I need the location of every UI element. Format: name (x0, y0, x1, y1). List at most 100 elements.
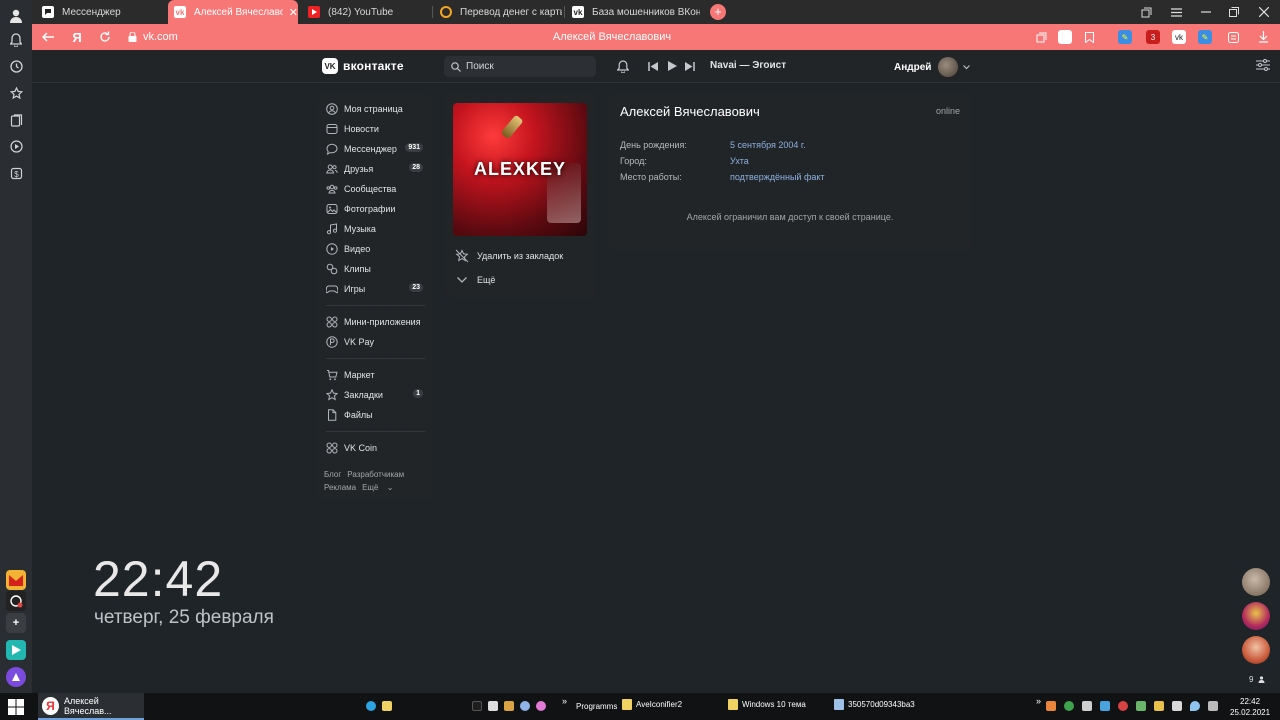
menu-item-files[interactable]: Файлы (318, 405, 433, 425)
menu-item-clips[interactable]: Клипы (318, 259, 433, 279)
tab-youtube[interactable]: (842) YouTube (302, 0, 430, 24)
notifications-icon[interactable] (616, 59, 630, 73)
wallet-icon[interactable]: $ (6, 163, 26, 183)
app-clock-icon[interactable] (6, 591, 26, 611)
contact-avatar[interactable] (1242, 568, 1270, 596)
menu-item-music[interactable]: Музыка (318, 219, 433, 239)
tray-app-icon[interactable] (1154, 701, 1164, 711)
download-icon[interactable] (1256, 30, 1270, 44)
menu-item-photos[interactable]: Фотографии (318, 199, 433, 219)
minimize-icon[interactable] (1199, 5, 1213, 19)
bookmark-icon[interactable] (1082, 30, 1096, 44)
next-track-icon[interactable] (683, 59, 697, 73)
taskbar-folder-theme[interactable]: Windows 10 тема (728, 699, 806, 710)
tray-app-icon[interactable] (1064, 701, 1074, 711)
info-value[interactable]: Ухта (730, 156, 749, 166)
browser-settings-icon[interactable] (1256, 59, 1270, 73)
tray-app-icon[interactable] (1046, 701, 1056, 711)
remove-bookmark-button[interactable]: Удалить из закладок (455, 249, 563, 263)
taskbar-folder-iconifier[interactable]: AveIconifier2 (622, 699, 682, 710)
menu-item-market[interactable]: Маркет (318, 365, 433, 385)
star-icon[interactable] (6, 83, 26, 103)
vk-search[interactable] (444, 56, 596, 77)
ext-vk-icon[interactable]: vk (1172, 30, 1186, 44)
archive-icon[interactable] (504, 701, 514, 711)
menu-item-vk-pay[interactable]: VK Pay (318, 332, 433, 352)
folder-icon[interactable] (382, 701, 392, 711)
menu-item-groups[interactable]: Сообщества (318, 179, 433, 199)
footer-link-ads[interactable]: Реклама (324, 483, 356, 492)
keyboard-icon[interactable] (1208, 701, 1218, 711)
tray-overflow[interactable]: » (1036, 696, 1041, 706)
menu-item-messenger[interactable]: Мессенджер 931 (318, 139, 433, 159)
menu-item-video[interactable]: Видео (318, 239, 433, 259)
windows-start-icon[interactable] (8, 699, 24, 715)
play-icon[interactable] (6, 136, 26, 156)
menu-icon[interactable] (1169, 5, 1183, 19)
contact-avatar[interactable] (1242, 636, 1270, 664)
footer-link-blog[interactable]: Блог (324, 470, 341, 479)
vk-logo[interactable]: VK вконтакте (322, 58, 404, 74)
tabs-ext-icon[interactable] (1034, 30, 1048, 44)
terminal-icon[interactable] (472, 701, 482, 711)
tray-app-icon[interactable] (1118, 701, 1128, 711)
taskbar-overflow[interactable]: » (562, 696, 567, 706)
prev-track-icon[interactable] (646, 59, 660, 73)
tab-fraud-base[interactable]: vk База мошенников ВКонта (566, 0, 700, 24)
reader-icon[interactable] (1058, 30, 1072, 44)
search-input[interactable] (466, 61, 586, 72)
tab-profile[interactable]: vk Алексей Вячеславович ✕ (168, 0, 298, 24)
volume-icon[interactable] (1172, 701, 1182, 711)
profile-photo[interactable]: ALEXKEY (453, 103, 587, 236)
history-icon[interactable] (6, 56, 26, 76)
ext-badge-icon[interactable]: 3 (1146, 30, 1160, 44)
more-actions-button[interactable]: Ещё (455, 273, 495, 287)
menu-item-news[interactable]: Новости (318, 119, 433, 139)
tray-app-icon[interactable] (1082, 701, 1092, 711)
play-track-icon[interactable] (665, 59, 679, 73)
taskbar-image-file[interactable]: 350570d09343ba3 (834, 699, 915, 710)
new-tab-button[interactable]: + (710, 4, 726, 20)
ext-notes-icon[interactable] (1226, 30, 1240, 44)
menu-item-friends[interactable]: Друзья 28 (318, 159, 433, 179)
menu-item-mini-apps[interactable]: Мини-приложения (318, 312, 433, 332)
info-value[interactable]: подтверждённый факт (730, 172, 825, 182)
telegram-icon[interactable] (366, 701, 376, 711)
menu-item-vk-coin[interactable]: VK Coin (318, 438, 433, 458)
footer-link-dev[interactable]: Разработчикам (347, 470, 404, 479)
alice-icon[interactable] (6, 667, 26, 687)
ext-pen-icon[interactable]: ✎ (1118, 30, 1132, 44)
taskbar-browser[interactable]: Я Алексей Вячеслав... (38, 693, 144, 720)
restore-icon[interactable] (1227, 5, 1241, 19)
mail-icon[interactable] (6, 570, 26, 590)
close-window-icon[interactable] (1257, 5, 1271, 19)
notepad-icon[interactable] (488, 701, 498, 711)
ext-pen2-icon[interactable]: ✎ (1198, 30, 1212, 44)
tab-transfer[interactable]: Перевод денег с карты на (434, 0, 562, 24)
now-playing[interactable]: Navai — Эгоист (710, 60, 786, 71)
tray-app-icon[interactable] (1100, 701, 1110, 711)
close-tab-icon[interactable]: ✕ (289, 6, 298, 19)
taskbar-item-label: Windows 10 тема (742, 700, 806, 709)
taskbar-item-programms[interactable]: Programms (576, 702, 617, 711)
footer-link-more[interactable]: Ещё ⌄ (362, 483, 393, 492)
menu-item-my-page[interactable]: Моя страница (318, 99, 433, 119)
info-value[interactable]: 5 сентября 2004 г. (730, 140, 806, 150)
contact-avatar[interactable] (1242, 602, 1270, 630)
menu-item-bookmarks[interactable]: Закладки 1 (318, 385, 433, 405)
profile-icon[interactable] (6, 6, 26, 26)
play-app-icon[interactable] (6, 640, 26, 660)
tabs-menu-icon[interactable] (1139, 5, 1153, 19)
collections-icon[interactable] (6, 110, 26, 130)
taskbar-clock[interactable]: 22:42 25.02.2021 (1230, 696, 1270, 718)
paint-icon[interactable] (536, 701, 546, 711)
user-menu[interactable]: Андрей (894, 57, 971, 77)
tray-app-icon[interactable] (1136, 701, 1146, 711)
menu-item-games[interactable]: Игры 23 (318, 279, 433, 299)
add-app-icon[interactable]: + (6, 613, 26, 633)
drop-icon[interactable] (1190, 701, 1200, 711)
contacts-count[interactable]: 9 (1249, 675, 1265, 684)
tab-messenger[interactable]: Мессенджер (36, 0, 164, 24)
bell-icon[interactable] (6, 30, 26, 50)
network-icon[interactable] (520, 701, 530, 711)
